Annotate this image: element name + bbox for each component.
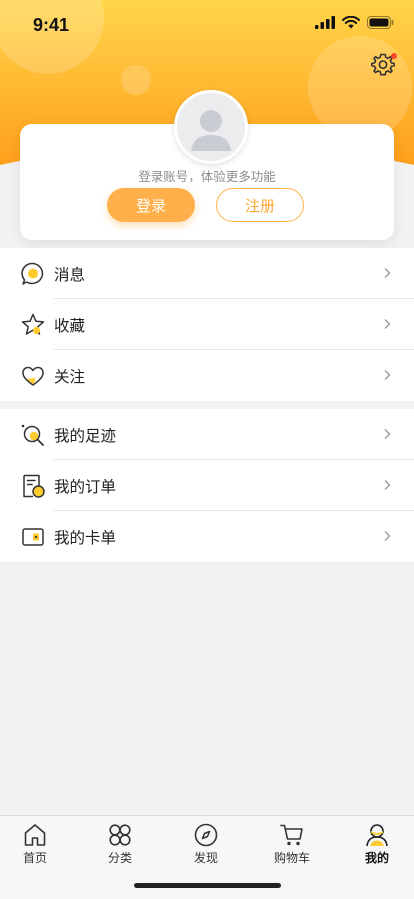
- user-placeholder-icon: [177, 93, 245, 161]
- register-button[interactable]: 注册: [216, 188, 304, 222]
- tab-label: 分类: [107, 851, 132, 865]
- tab-profile[interactable]: 我的: [342, 822, 412, 866]
- signal-icon: [315, 16, 335, 29]
- cart-icon: [279, 822, 305, 848]
- chevron-right-icon: [384, 319, 391, 329]
- menu-item-cards[interactable]: 我的卡单: [0, 511, 414, 562]
- login-hint: 登录账号，体验更多功能: [138, 169, 276, 184]
- star-icon: [20, 312, 46, 338]
- menu-item-favorites[interactable]: 收藏: [0, 299, 414, 350]
- tab-discover[interactable]: 发现: [171, 822, 241, 866]
- menu-item-label: 关注: [54, 367, 86, 386]
- menu-item-label: 我的订单: [54, 477, 117, 496]
- menu-item-messages[interactable]: 消息: [0, 248, 414, 299]
- tab-label: 我的: [364, 851, 389, 865]
- chevron-right-icon: [384, 480, 391, 490]
- menu-item-label: 消息: [54, 265, 86, 284]
- home-icon: [22, 822, 48, 848]
- menu-group-primary: 消息 收藏 关注: [0, 248, 414, 401]
- tab-label: 购物车: [273, 851, 310, 865]
- home-indicator: [134, 883, 281, 888]
- battery-icon: [367, 16, 394, 29]
- category-icon: [107, 822, 133, 848]
- heart-icon: [20, 363, 46, 389]
- settings-button[interactable]: [370, 52, 397, 78]
- login-button[interactable]: 登录: [107, 188, 195, 222]
- menu-item-footprints[interactable]: 我的足迹: [0, 409, 414, 460]
- tab-home[interactable]: 首页: [0, 822, 70, 866]
- tab-cart[interactable]: 购物车: [257, 822, 327, 866]
- wifi-icon: [342, 16, 360, 29]
- compass-icon: [193, 822, 219, 848]
- chevron-right-icon: [384, 429, 391, 439]
- tab-category[interactable]: 分类: [85, 822, 155, 866]
- tab-label: 首页: [22, 851, 47, 865]
- menu-item-follow[interactable]: 关注: [0, 350, 414, 401]
- order-icon: [20, 473, 46, 499]
- card-icon: [20, 524, 46, 550]
- chevron-right-icon: [384, 268, 391, 278]
- chevron-right-icon: [384, 370, 391, 380]
- profile-icon: [364, 822, 390, 848]
- status-bar: 9:41: [0, 0, 414, 50]
- avatar[interactable]: [174, 90, 248, 164]
- menu-group-secondary: 我的足迹 我的订单 我的卡单: [0, 409, 414, 562]
- tab-label: 发现: [193, 851, 218, 865]
- menu-item-label: 我的足迹: [54, 426, 117, 445]
- status-time: 9:41: [33, 15, 70, 35]
- footprint-icon: [20, 422, 46, 448]
- notification-dot: [391, 53, 397, 59]
- menu-item-orders[interactable]: 我的订单: [0, 460, 414, 511]
- menu-item-label: 我的卡单: [54, 528, 117, 547]
- chevron-right-icon: [384, 531, 391, 541]
- message-icon: [20, 261, 46, 287]
- status-icons: [315, 16, 394, 29]
- menu-item-label: 收藏: [54, 316, 86, 335]
